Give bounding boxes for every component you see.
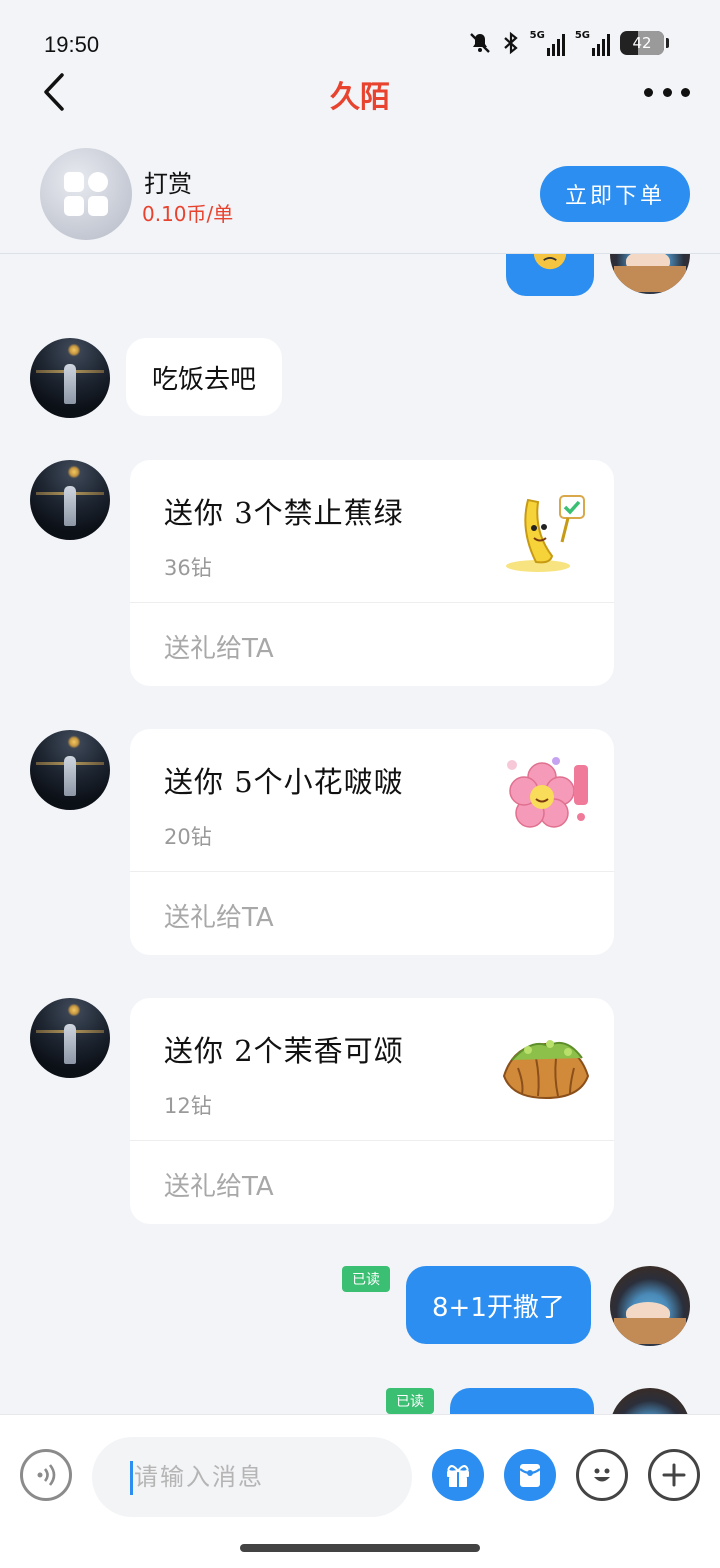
- send-gift-link[interactable]: 送礼给TA: [164, 897, 274, 934]
- status-bar: 19:50 5G 5G 42: [0, 0, 720, 70]
- send-gift-link[interactable]: 送礼给TA: [164, 628, 274, 665]
- read-badge: 已读: [386, 1388, 434, 1414]
- emoji-button[interactable]: [576, 1449, 628, 1501]
- banana-sticker-icon: [506, 495, 585, 572]
- service-name: 打赏: [144, 170, 192, 198]
- gift-price: 12钻: [164, 1094, 212, 1118]
- battery-level: 42: [632, 34, 652, 52]
- more-dot: [662, 87, 672, 97]
- voice-input-button[interactable]: [20, 1449, 72, 1501]
- status-time: 19:50: [44, 32, 100, 57]
- network-type-2: 5G: [574, 30, 590, 41]
- outgoing-message-partial[interactable]: [450, 1388, 594, 1414]
- chat-header: 久陌: [0, 62, 720, 122]
- message-input-container[interactable]: [92, 1437, 412, 1517]
- order-now-button[interactable]: 立即下单: [540, 166, 690, 222]
- add-more-button[interactable]: [648, 1449, 700, 1501]
- battery-icon: 42: [620, 31, 669, 55]
- contact-avatar[interactable]: [30, 338, 110, 418]
- gift-price: 20钻: [164, 825, 212, 849]
- red-packet-button[interactable]: [504, 1449, 556, 1501]
- incoming-message[interactable]: 吃饭去吧: [126, 338, 283, 416]
- gift-divider: [130, 1140, 614, 1141]
- gift-title: 送你 5个小花啵啵: [164, 765, 404, 799]
- home-indicator[interactable]: [240, 1544, 480, 1552]
- network-type-1: 5G: [529, 30, 545, 41]
- status-icons: 5G 5G 42: [468, 30, 669, 56]
- contact-avatar[interactable]: [30, 460, 110, 540]
- read-badge: 已读: [342, 1266, 390, 1292]
- mute-bell-icon: [469, 33, 490, 53]
- sad-face-emoji-icon: [533, 254, 567, 270]
- gift-divider: [130, 602, 614, 603]
- message-input[interactable]: [92, 1437, 412, 1517]
- signal-5g-icon-2: 5G: [575, 30, 610, 56]
- contact-avatar[interactable]: [30, 730, 110, 810]
- service-price: 0.10币/单: [142, 202, 234, 226]
- more-dot: [681, 87, 690, 97]
- page-title: 久陌: [330, 80, 390, 115]
- gift-title: 送你 3个禁止蕉绿: [164, 496, 404, 530]
- outgoing-message[interactable]: 8+1开撒了: [406, 1266, 591, 1344]
- send-gift-link[interactable]: 送礼给TA: [164, 1166, 274, 1203]
- chat-messages[interactable]: 吃饭去吧 送你 3个禁止蕉绿 36钻 送礼给TA 送你 5个小花啵啵 20钻 送…: [0, 254, 720, 1414]
- bluetooth-icon: [503, 31, 518, 55]
- gift-message-card[interactable]: 送你 3个禁止蕉绿 36钻 送礼给TA: [130, 460, 614, 686]
- my-avatar[interactable]: [610, 1266, 690, 1346]
- gift-icon: [447, 1465, 469, 1487]
- contact-avatar[interactable]: [30, 998, 110, 1078]
- croissant-sticker-icon: [502, 1033, 590, 1100]
- gift-title: 送你 2个茉香可颂: [164, 1034, 404, 1068]
- my-avatar[interactable]: [610, 254, 690, 294]
- more-dot: [644, 87, 653, 97]
- voice-icon: [37, 1464, 56, 1486]
- more-button[interactable]: [644, 74, 690, 110]
- red-packet-icon: [519, 1464, 541, 1487]
- gift-message-card[interactable]: 送你 2个茉香可颂 12钻 送礼给TA: [130, 998, 614, 1224]
- plus-icon: [662, 1463, 686, 1487]
- smiley-icon: [594, 1468, 610, 1482]
- service-bar: 打赏 0.10币/单 立即下单: [0, 140, 720, 254]
- service-app-icon: [40, 148, 132, 240]
- my-avatar[interactable]: [610, 1388, 690, 1414]
- text-caret: [130, 1461, 133, 1495]
- flower-sticker-icon: [507, 757, 588, 828]
- signal-5g-icon-1: 5G: [530, 30, 565, 56]
- outgoing-message-partial[interactable]: [506, 254, 594, 296]
- gift-button[interactable]: [432, 1449, 484, 1501]
- gift-price: 36钻: [164, 556, 212, 580]
- gift-message-card[interactable]: 送你 5个小花啵啵 20钻 送礼给TA: [130, 729, 614, 955]
- gift-divider: [130, 871, 614, 872]
